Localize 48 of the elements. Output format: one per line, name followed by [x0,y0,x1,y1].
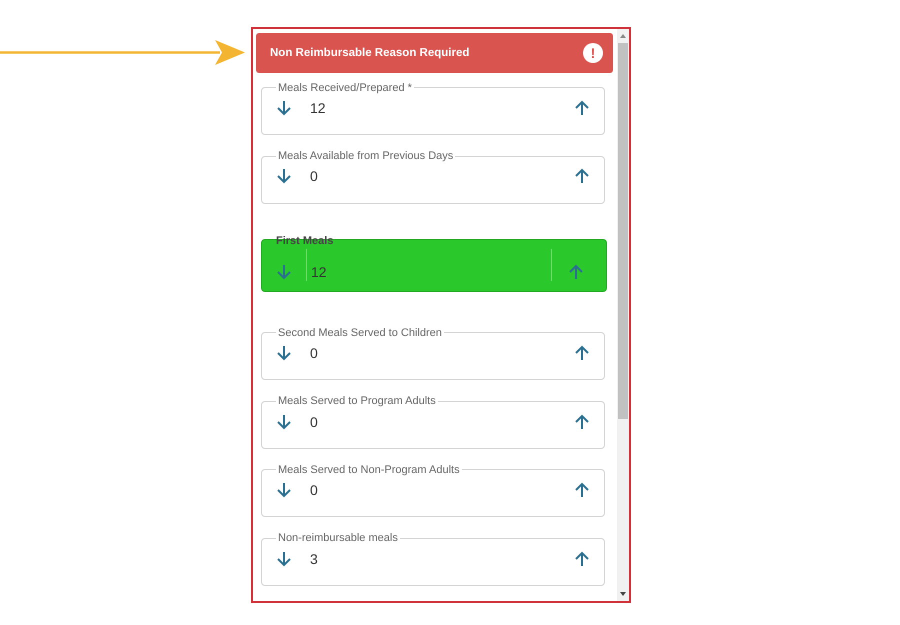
field-value: 0 [309,168,319,184]
field-label: Meals Served to Non-Program Adults [277,464,461,476]
decrement-button[interactable] [276,481,292,500]
field-label: Non-reimbursable meals [277,532,399,544]
field-value: 0 [309,482,319,498]
decrement-button[interactable] [276,344,292,362]
number-field[interactable]: Non-reimbursable meals 3 [261,532,605,586]
scrollbar[interactable] [617,29,629,601]
arrow-down-icon [276,481,292,500]
arrow-down-icon [276,98,292,117]
arrow-up-icon [574,412,590,431]
arrow-up-icon [574,481,590,500]
error-message: Non Reimbursable Reason Required [270,46,470,59]
decrement-button[interactable] [276,550,292,568]
number-field[interactable]: Meals Served to Program Adults 0 [261,395,605,449]
field-value: 3 [309,550,319,567]
field-value: 0 [309,414,319,430]
arrow-up-icon [574,98,590,117]
field-value: 12 [309,100,327,116]
arrow-down-icon [276,263,292,282]
field-value: 0 [309,345,319,362]
field-label: Meals Received/Prepared * [277,82,413,94]
arrow-up-icon [574,344,590,362]
arrow-up-icon [574,167,590,186]
number-field[interactable]: Meals Available from Previous Days 0 [261,150,605,204]
warning-icon: ! [583,42,603,63]
field-value: 12 [310,262,328,280]
arrow-down-icon [276,550,292,568]
field-label: Meals Served to Program Adults [277,395,437,408]
increment-button[interactable] [574,344,590,362]
decrement-button[interactable] [276,412,292,431]
increment-button[interactable] [574,167,590,186]
number-field[interactable]: Second Meals Served to Children 0 [261,326,605,380]
increment-button[interactable] [574,481,590,500]
increment-button[interactable] [574,98,590,117]
number-field[interactable]: Meals Served to Non-Program Adults 0 [261,464,605,518]
number-field[interactable]: Meals Received/Prepared * 12 [261,82,605,136]
arrow-up-icon [574,550,590,568]
decrement-button[interactable] [276,98,292,117]
arrow-up-icon [568,263,584,282]
arrow-down-icon [276,167,292,186]
arrow-down-icon [276,344,292,362]
field-label: Meals Available from Previous Days [277,150,454,162]
arrow-down-icon [276,412,292,431]
decrement-button[interactable] [276,167,292,186]
increment-button[interactable] [574,412,590,431]
increment-button[interactable] [574,550,590,568]
field-label: Second Meals Served to Children [277,326,443,339]
